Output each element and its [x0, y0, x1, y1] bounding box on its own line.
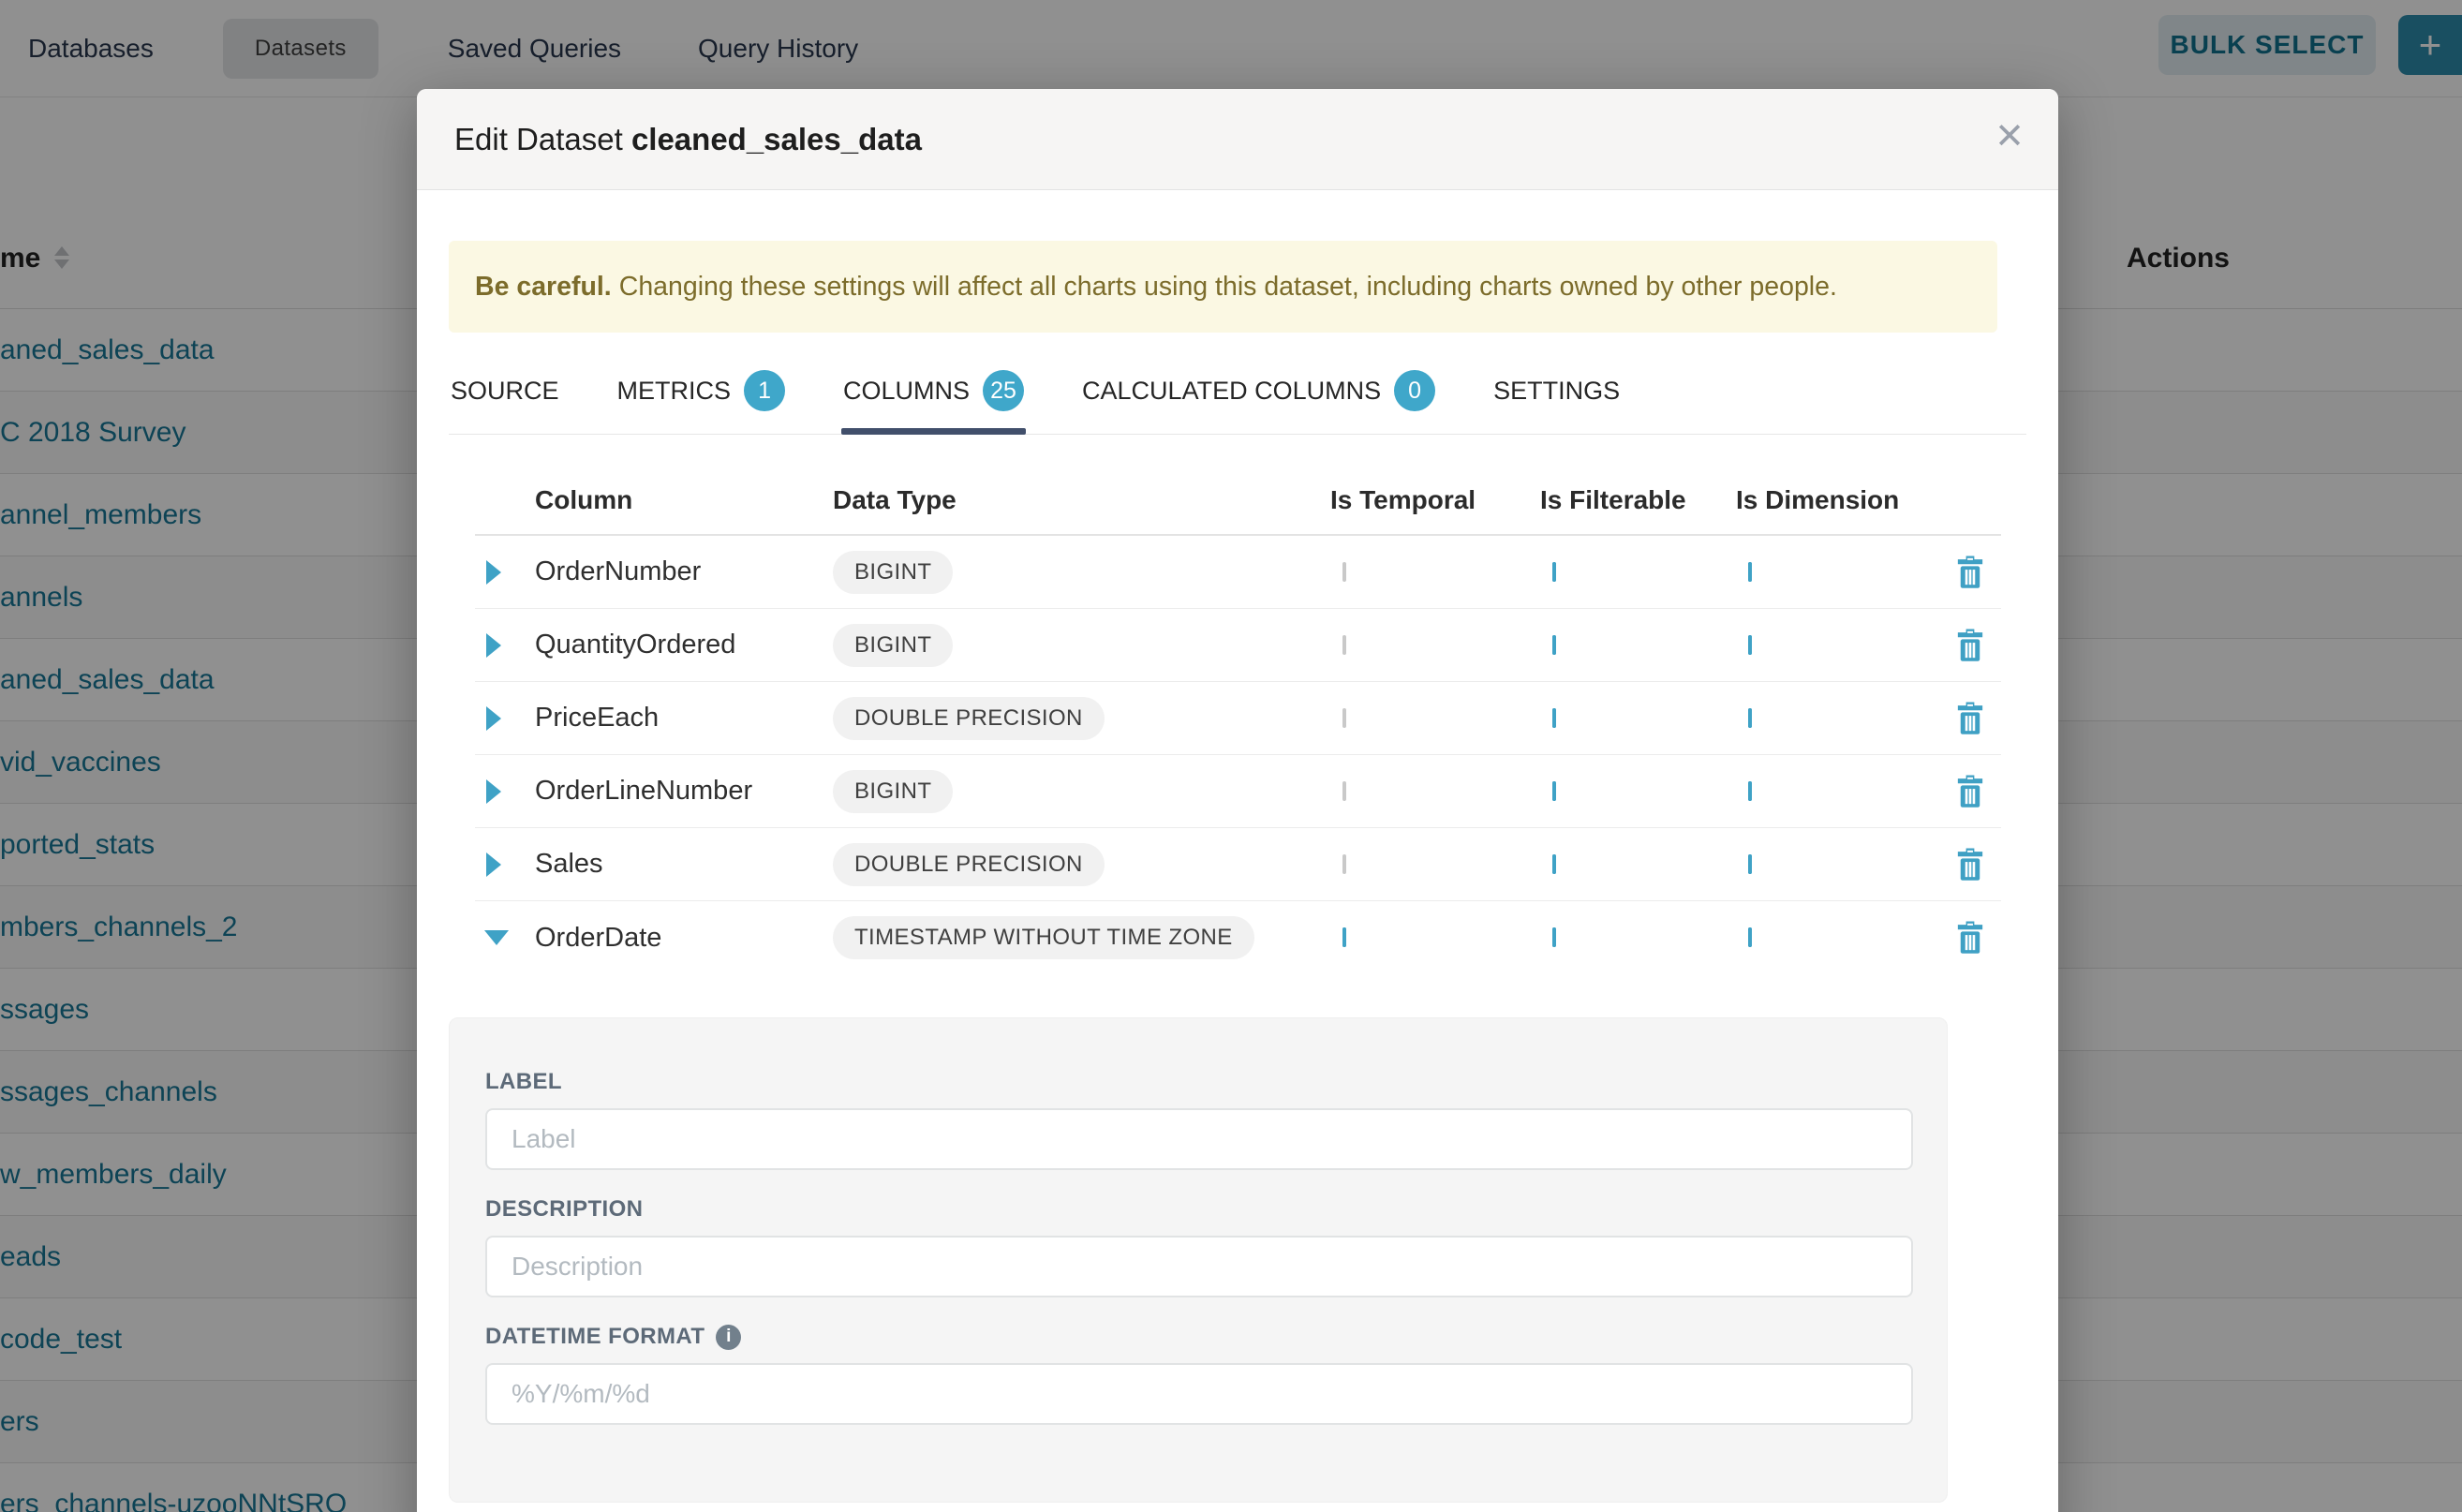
is-filterable-header: Is Filterable [1540, 485, 1736, 515]
is-temporal-header: Is Temporal [1330, 485, 1540, 515]
tab-label: SOURCE [451, 377, 559, 406]
data-type-pill: DOUBLE PRECISION [833, 697, 1105, 740]
column-name: Sales [535, 849, 833, 880]
info-icon[interactable]: i [716, 1325, 741, 1350]
column-name: PriceEach [535, 703, 833, 734]
tab-source[interactable]: SOURCE [449, 361, 561, 434]
is-dimension-checkbox[interactable] [1748, 635, 1752, 655]
is-temporal-checkbox[interactable] [1342, 562, 1346, 582]
datetime-format-field-label: DATETIME FORMAT i [485, 1324, 1911, 1350]
columns-rows: OrderNumber BIGINT QuantityOrdered BIGIN… [475, 536, 2001, 974]
tab-label: SETTINGS [1493, 377, 1620, 406]
is-filterable-checkbox[interactable] [1552, 562, 1556, 582]
warning-banner-bold: Be careful. [475, 272, 612, 303]
tab-columns[interactable]: COLUMNS 25 [841, 361, 1026, 434]
expand-caret-icon[interactable] [484, 930, 509, 945]
data-type-pill: TIMESTAMP WITHOUT TIME ZONE [833, 916, 1254, 959]
columns-table: Column Data Type Is Temporal Is Filterab… [475, 467, 2001, 974]
delete-column-button[interactable] [1953, 774, 1987, 809]
modal-header: Edit Dataset cleaned_sales_data ✕ [417, 89, 2058, 190]
description-field-label: DESCRIPTION [485, 1196, 1911, 1223]
is-temporal-checkbox[interactable] [1342, 927, 1346, 947]
data-type-pill: DOUBLE PRECISION [833, 843, 1105, 886]
data-type-pill: BIGINT [833, 624, 953, 667]
data-type-header: Data Type [833, 485, 1330, 515]
data-type-pill: BIGINT [833, 770, 953, 813]
is-dimension-checkbox[interactable] [1748, 562, 1752, 582]
trash-icon [1953, 628, 1987, 663]
label-field-label: LABEL [485, 1069, 1911, 1095]
column-name: OrderNumber [535, 556, 833, 587]
calculated-columns-count-badge: 0 [1394, 370, 1435, 411]
trash-icon [1953, 774, 1987, 809]
expand-caret-icon[interactable] [486, 852, 501, 877]
modal-title: Edit Dataset cleaned_sales_data [454, 122, 922, 157]
edit-dataset-modal: Edit Dataset cleaned_sales_data ✕ Be car… [417, 89, 2058, 1512]
label-field-group: LABEL [485, 1069, 1911, 1170]
is-filterable-checkbox[interactable] [1552, 708, 1556, 728]
column-row: QuantityOrdered BIGINT [475, 609, 2001, 682]
datetime-format-field-group: DATETIME FORMAT i [485, 1324, 1911, 1425]
trash-icon [1953, 847, 1987, 882]
modal-title-prefix: Edit Dataset [454, 122, 623, 156]
column-row: OrderNumber BIGINT [475, 536, 2001, 609]
is-temporal-checkbox[interactable] [1342, 854, 1346, 874]
tab-settings[interactable]: SETTINGS [1491, 361, 1622, 434]
label-input[interactable] [485, 1108, 1913, 1170]
modal-tabs: SOURCE METRICS 1 COLUMNS 25 CALCULATED C… [449, 361, 2026, 435]
is-dimension-checkbox[interactable] [1748, 781, 1752, 801]
is-dimension-checkbox[interactable] [1748, 854, 1752, 874]
is-filterable-checkbox[interactable] [1552, 854, 1556, 874]
is-temporal-checkbox[interactable] [1342, 635, 1346, 655]
warning-banner-text: Changing these settings will affect all … [619, 272, 1837, 303]
is-temporal-checkbox[interactable] [1342, 781, 1346, 801]
column-name: OrderLineNumber [535, 776, 833, 807]
expand-caret-icon[interactable] [486, 706, 501, 731]
tab-label: METRICS [617, 377, 732, 406]
modal-body: Be careful. Changing these settings will… [417, 241, 2058, 1503]
column-name: QuantityOrdered [535, 630, 833, 660]
delete-column-button[interactable] [1953, 701, 1987, 736]
metrics-count-badge: 1 [744, 370, 785, 411]
is-dimension-header: Is Dimension [1736, 485, 1938, 515]
tab-metrics[interactable]: METRICS 1 [616, 361, 788, 434]
column-row: OrderLineNumber BIGINT [475, 755, 2001, 828]
datetime-format-input[interactable] [485, 1363, 1913, 1425]
delete-column-button[interactable] [1953, 920, 1987, 956]
is-filterable-checkbox[interactable] [1552, 927, 1556, 947]
columns-table-header: Column Data Type Is Temporal Is Filterab… [475, 467, 2001, 536]
is-filterable-checkbox[interactable] [1552, 635, 1556, 655]
expand-caret-icon[interactable] [486, 779, 501, 804]
trash-icon [1953, 701, 1987, 736]
column-row: Sales DOUBLE PRECISION [475, 828, 2001, 901]
description-field-group: DESCRIPTION [485, 1196, 1911, 1297]
modal-title-dataset-name: cleaned_sales_data [631, 122, 922, 156]
column-header: Column [535, 485, 833, 515]
delete-column-button[interactable] [1953, 555, 1987, 590]
is-temporal-checkbox[interactable] [1342, 708, 1346, 728]
data-type-pill: BIGINT [833, 551, 953, 594]
column-row: OrderDate TIMESTAMP WITHOUT TIME ZONE [475, 901, 2001, 974]
close-icon[interactable]: ✕ [1995, 119, 2024, 155]
is-filterable-checkbox[interactable] [1552, 781, 1556, 801]
column-row: PriceEach DOUBLE PRECISION [475, 682, 2001, 755]
is-dimension-checkbox[interactable] [1748, 708, 1752, 728]
trash-icon [1953, 920, 1987, 956]
column-name: OrderDate [535, 923, 833, 954]
columns-count-badge: 25 [983, 370, 1024, 411]
expand-caret-icon[interactable] [486, 633, 501, 658]
delete-column-button[interactable] [1953, 628, 1987, 663]
tab-label: COLUMNS [843, 377, 970, 406]
tab-label: CALCULATED COLUMNS [1082, 377, 1381, 406]
is-dimension-checkbox[interactable] [1748, 927, 1752, 947]
warning-banner: Be careful. Changing these settings will… [449, 241, 1997, 333]
description-input[interactable] [485, 1236, 1913, 1297]
column-detail-panel: LABEL DESCRIPTION DATETIME FORMAT i [449, 1017, 1948, 1503]
tab-calculated-columns[interactable]: CALCULATED COLUMNS 0 [1080, 361, 1437, 434]
trash-icon [1953, 555, 1987, 590]
delete-column-button[interactable] [1953, 847, 1987, 882]
expand-caret-icon[interactable] [486, 560, 501, 585]
